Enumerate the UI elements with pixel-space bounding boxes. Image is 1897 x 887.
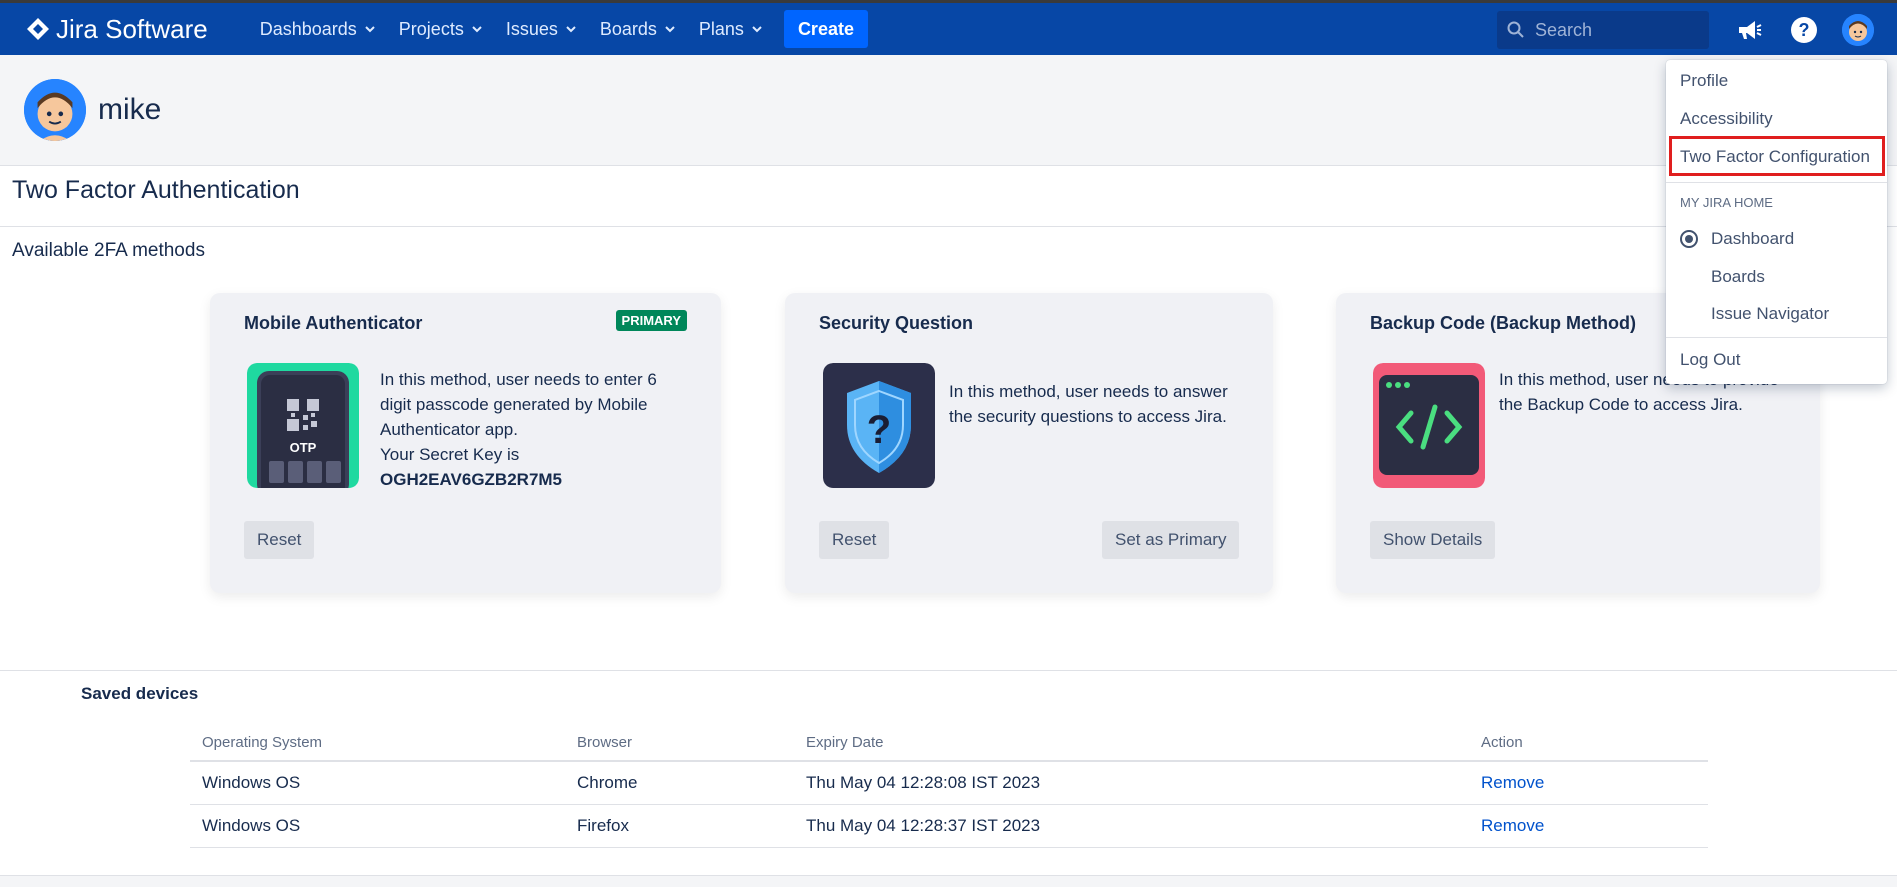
set-as-primary-button[interactable]: Set as Primary bbox=[1102, 521, 1240, 559]
app-name: Jira Software bbox=[56, 13, 208, 44]
menu-separator bbox=[1666, 337, 1887, 338]
card-title: Mobile Authenticator bbox=[244, 313, 423, 333]
browser-cell: Firefox bbox=[577, 816, 629, 835]
page-title: Two Factor Authentication bbox=[12, 176, 300, 204]
divider bbox=[0, 226, 1897, 227]
search-placeholder: Search bbox=[1535, 19, 1593, 40]
profile-header: mike bbox=[0, 55, 1897, 166]
radio-selected-icon[interactable] bbox=[1680, 230, 1698, 248]
notifications-button[interactable] bbox=[1732, 13, 1766, 47]
search-input[interactable]: Search bbox=[1497, 11, 1709, 49]
show-details-button[interactable]: Show Details bbox=[1370, 521, 1496, 559]
table-header: Operating System Browser Expiry Date Act… bbox=[190, 725, 1708, 762]
os-cell: Windows OS bbox=[202, 773, 301, 792]
security-shield-icon: ? bbox=[823, 363, 935, 488]
method-card-mobile-authenticator: Mobile Authenticator PRIMARY OTP In this… bbox=[210, 293, 721, 593]
chevron-down-icon bbox=[752, 26, 762, 33]
nav-boards[interactable]: Boards bbox=[588, 9, 687, 49]
jira-diamond-icon bbox=[27, 18, 49, 40]
secret-key-value: OGH2EAV6GZB2R7M5 bbox=[380, 470, 563, 489]
create-button[interactable]: Create bbox=[783, 10, 868, 48]
menu-item-log-out[interactable]: Log Out bbox=[1680, 350, 1741, 370]
svg-text:?: ? bbox=[1799, 20, 1810, 40]
nav-label: Boards bbox=[599, 18, 657, 39]
nav-dashboards[interactable]: Dashboards bbox=[248, 9, 387, 49]
card-title: Backup Code (Backup Method) bbox=[1370, 313, 1637, 333]
remove-link[interactable]: Remove bbox=[1481, 773, 1708, 793]
user-avatar-button[interactable] bbox=[1842, 14, 1874, 46]
reset-button[interactable]: Reset bbox=[244, 521, 315, 559]
menu-item-two-factor-configuration[interactable]: Two Factor Configuration bbox=[1680, 147, 1870, 167]
nav-projects[interactable]: Projects bbox=[387, 9, 494, 49]
megaphone-icon bbox=[1739, 21, 1762, 39]
chevron-down-icon bbox=[472, 26, 482, 33]
saved-devices-table: Operating System Browser Expiry Date Act… bbox=[190, 725, 1708, 848]
top-navigation-bar: Jira Software Dashboards Projects Issues… bbox=[0, 0, 1897, 55]
browser-cell: Chrome bbox=[577, 773, 638, 792]
code-icon bbox=[1373, 363, 1485, 488]
nav-label: Dashboards bbox=[259, 18, 357, 39]
username: mike bbox=[98, 93, 162, 126]
expiry-cell: Thu May 04 12:28:08 IST 2023 bbox=[806, 773, 1041, 792]
home-option-issue-navigator[interactable]: Issue Navigator bbox=[1711, 304, 1829, 324]
primary-badge: PRIMARY bbox=[615, 310, 687, 331]
description-text: In this method, user needs to enter 6 di… bbox=[380, 370, 657, 439]
column-header: Operating System bbox=[202, 734, 323, 751]
nav-label: Projects bbox=[398, 18, 464, 39]
card-title: Security Question bbox=[819, 313, 974, 333]
column-header: Expiry Date bbox=[806, 734, 884, 751]
help-icon: ? bbox=[1791, 17, 1817, 43]
nav-issues[interactable]: Issues bbox=[494, 9, 588, 49]
chevron-down-icon bbox=[665, 26, 675, 33]
avatar-face-icon bbox=[1842, 14, 1874, 46]
table-row: Windows OS Firefox Thu May 04 12:28:37 I… bbox=[190, 805, 1708, 848]
svg-text:?: ? bbox=[867, 408, 891, 452]
menu-item-profile[interactable]: Profile bbox=[1680, 71, 1728, 91]
otp-label: OTP bbox=[290, 440, 317, 455]
main-nav: Dashboards Projects Issues Boards Plans … bbox=[248, 9, 868, 49]
column-header: Action bbox=[1481, 734, 1523, 751]
footer-strip bbox=[0, 875, 1897, 887]
methods-heading: Available 2FA methods bbox=[12, 240, 205, 261]
menu-section-heading: MY JIRA HOME bbox=[1680, 195, 1773, 210]
remove-link[interactable]: Remove bbox=[1481, 816, 1708, 836]
avatar-face-icon bbox=[24, 79, 86, 141]
home-option-boards[interactable]: Boards bbox=[1711, 267, 1765, 287]
nav-label: Issues bbox=[505, 18, 558, 39]
method-description: In this method, user needs to answer the… bbox=[949, 382, 1228, 426]
table-row: Windows OS Chrome Thu May 04 12:28:08 IS… bbox=[190, 762, 1708, 805]
divider bbox=[0, 670, 1897, 671]
expiry-cell: Thu May 04 12:28:37 IST 2023 bbox=[806, 816, 1041, 835]
help-button[interactable]: ? bbox=[1787, 13, 1821, 47]
avatar bbox=[24, 79, 86, 141]
method-description: In this method, user needs to enter 6 di… bbox=[380, 367, 690, 492]
reset-button[interactable]: Reset bbox=[819, 521, 890, 559]
chevron-down-icon bbox=[365, 26, 375, 33]
method-card-security-question: Security Question ? In this method, user… bbox=[785, 293, 1273, 593]
user-menu-dropdown: Profile Accessibility Two Factor Configu… bbox=[1666, 60, 1887, 384]
secret-key-label: Your Secret Key is bbox=[380, 445, 520, 464]
search-icon bbox=[1507, 21, 1524, 38]
os-cell: Windows OS bbox=[202, 816, 301, 835]
menu-separator bbox=[1666, 182, 1887, 183]
jira-logo[interactable]: Jira Software bbox=[26, 14, 208, 45]
saved-devices-heading: Saved devices bbox=[81, 684, 199, 703]
home-option-dashboard[interactable]: Dashboard bbox=[1711, 229, 1794, 249]
mobile-authenticator-icon: OTP bbox=[247, 363, 359, 488]
nav-label: Plans bbox=[698, 18, 744, 39]
column-header: Browser bbox=[577, 734, 633, 751]
chevron-down-icon bbox=[566, 26, 576, 33]
menu-item-accessibility[interactable]: Accessibility bbox=[1680, 109, 1773, 129]
nav-plans[interactable]: Plans bbox=[687, 9, 774, 49]
